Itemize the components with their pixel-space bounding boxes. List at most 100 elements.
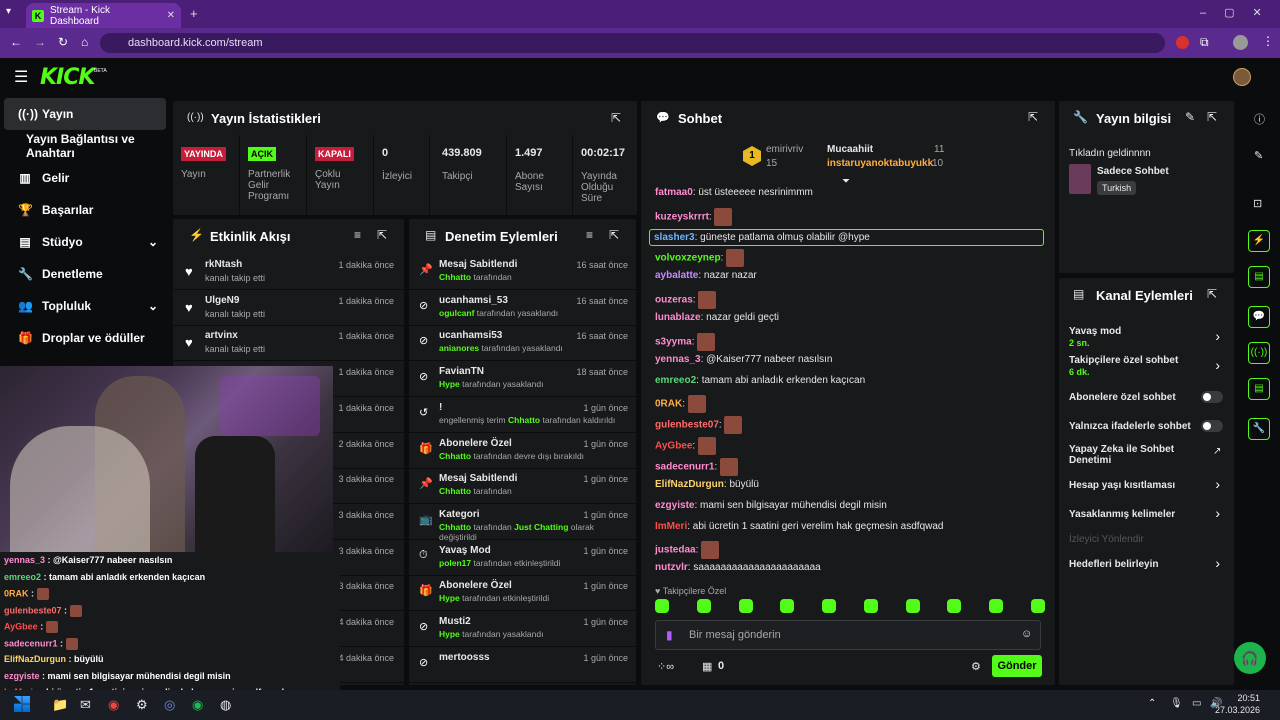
display-icon[interactable]: ▭ — [1192, 698, 1201, 709]
profile-avatar[interactable] — [1233, 35, 1248, 50]
emote-icon[interactable] — [738, 599, 753, 613]
outlook-icon[interactable]: ✉ — [80, 697, 91, 713]
obs-icon[interactable]: ◍ — [220, 697, 231, 713]
activity-row[interactable]: ♥ UlgeN9 kanalı takip etti 1 dakika önce — [173, 290, 404, 326]
chat-message[interactable]: kuzeyskrrrt: — [655, 207, 733, 226]
sidebar-item-studyo[interactable]: ▤ Stüdyo ⌄ — [4, 226, 166, 258]
account-age-row[interactable]: Hesap yaşı kısıtlaması › — [1059, 476, 1234, 498]
broadcast-shortcut-icon[interactable]: ((·)) — [1248, 342, 1270, 364]
ai-moderation-row[interactable]: Yapay Zeka ile Sohbet Denetimi ↗ — [1059, 444, 1234, 470]
new-tab-icon[interactable]: + — [190, 6, 198, 21]
reload-icon[interactable]: ↻ — [58, 35, 68, 49]
document-shortcut-icon[interactable]: ▤ — [1248, 266, 1270, 288]
support-headset-icon[interactable]: 🎧 — [1234, 642, 1266, 674]
chat-message[interactable]: emreeo2: tamam abi anladık erkenden kaçı… — [655, 375, 865, 386]
chat-message[interactable]: s3yyma: — [655, 332, 716, 351]
spotify-icon[interactable]: ◉ — [192, 697, 203, 713]
emote-icon[interactable] — [696, 599, 711, 613]
back-icon[interactable]: ← — [10, 35, 22, 49]
window-controls[interactable]: –▢✕ — [1200, 6, 1280, 19]
moderation-row[interactable]: 🎁 Abonelere Özel 1 gün önce Hype tarafından… — [409, 575, 636, 612]
moderation-row[interactable]: 🎁 Abonelere Özel 1 gün önce Chhatto tarafın… — [409, 433, 636, 469]
emote-icon[interactable] — [947, 599, 962, 613]
send-button[interactable]: Gönder — [992, 655, 1042, 677]
emote-icon[interactable] — [905, 599, 920, 613]
moderation-row[interactable]: ⊘ FavianTN 18 saat önce Hype tarafından yas… — [409, 361, 636, 398]
chat-shortcut-icon[interactable]: 💬 — [1248, 306, 1270, 328]
popout-icon[interactable]: ⇱ — [609, 228, 619, 242]
filter-icon[interactable]: ≡ — [354, 228, 361, 242]
slow-mode-row[interactable]: Yavaş mod 2 sn. › — [1059, 326, 1234, 356]
emote-icon[interactable] — [1030, 599, 1045, 613]
sidebar-item-basarilar[interactable]: 🏆 Başarılar — [4, 194, 166, 226]
lightning-shortcut-icon[interactable]: ⚡ — [1248, 230, 1270, 252]
emoji-icon[interactable]: ☺ — [1021, 628, 1032, 640]
home-icon[interactable]: ⌂ — [81, 35, 88, 49]
popout-icon[interactable]: ⇱ — [1207, 110, 1217, 124]
chat-message[interactable]: justedaa: — [655, 541, 720, 560]
emote-icon[interactable] — [863, 599, 878, 613]
chat-message[interactable]: nutzvlr: saaaaaaaaaaaaaaaaaaaaaa — [655, 562, 821, 573]
shrink-icon[interactable]: ⊡ — [1253, 197, 1262, 210]
sidebar-item-yayin[interactable]: ((·)) Yayın — [4, 98, 166, 130]
chat-message[interactable]: aybalatte: nazar nazar — [655, 270, 757, 281]
chat-message[interactable]: gulenbeste07: — [655, 416, 743, 435]
moderation-row[interactable]: ⊘ ucanhamsi_53 16 saat önce ogulcanf tarafı… — [409, 290, 636, 326]
subscribers-only-row[interactable]: Abonelere özel sohbet — [1059, 390, 1234, 410]
emote-icon[interactable] — [989, 599, 1004, 613]
chrome-icon[interactable]: ◉ — [108, 697, 119, 713]
chat-message[interactable]: lunablaze: nazar geldi geçti — [655, 312, 779, 323]
emotes-only-toggle[interactable] — [1201, 420, 1223, 432]
discord-icon[interactable]: ◎ — [164, 697, 175, 713]
browser-tab[interactable]: K Stream - Kick Dashboard ✕ — [26, 3, 181, 28]
moderation-row[interactable]: 📌 Mesaj Sabitlendi 16 saat önce Chhatto tar… — [409, 254, 636, 290]
extension-icon[interactable] — [1176, 36, 1189, 49]
popout-icon[interactable]: ⇱ — [1028, 110, 1038, 124]
close-tab-icon[interactable]: ✕ — [167, 10, 175, 21]
sidebar-item-denetleme[interactable]: 🔧 Denetleme — [4, 258, 166, 290]
chat-message[interactable]: volvoxzeynep: — [655, 249, 745, 268]
tab-list-icon[interactable]: ▾ — [6, 6, 11, 17]
subscribers-only-toggle[interactable] — [1201, 391, 1223, 403]
popout-icon[interactable]: ⇱ — [377, 228, 387, 242]
moderation-row[interactable]: ⊘ Musti2 1 gün önce Hype tarafından yasakla… — [409, 611, 636, 647]
tray-chevron-icon[interactable]: ⌃ — [1148, 698, 1156, 709]
moderation-row[interactable]: ⏱ Yavaş Mod 1 gün önce polen17 tarafından e… — [409, 540, 636, 576]
sidebar-item-topluluk[interactable]: 👥 Topluluk ⌄ — [4, 290, 166, 322]
edit-pencil-icon[interactable]: ✎ — [1185, 110, 1195, 124]
goals-row[interactable]: Hedefleri belirleyin › — [1059, 555, 1234, 577]
chat-message[interactable]: 0RAK: — [655, 395, 706, 414]
browser-menu-icon[interactable]: ⋮ — [1262, 34, 1274, 48]
moderation-row[interactable]: ⊘ mertoosss 1 gün önce — [409, 647, 636, 683]
chat-message[interactable]: fatmaa0: üst üsteeeee nesrinimmm — [655, 187, 813, 198]
emote-icon[interactable] — [822, 599, 837, 613]
channel-shortcut-icon[interactable]: ▤ — [1248, 378, 1270, 400]
activity-row[interactable]: ♥ rkNtash kanalı takip etti 1 dakika önce — [173, 254, 404, 290]
chat-message[interactable]: ImMeri: abi ücretin 1 saatini geri verel… — [655, 521, 943, 532]
steam-icon[interactable]: ⚙ — [136, 697, 148, 713]
kick-logo[interactable]: KICK — [40, 65, 95, 90]
sidebar-item-stream-key[interactable]: Yayın Bağlantısı ve Anahtarı — [4, 130, 166, 162]
extensions-puzzle-icon[interactable]: ⧉ — [1200, 35, 1209, 50]
windows-start-icon[interactable] — [14, 696, 30, 712]
chat-input[interactable]: ▮ Bir mesaj gönderin ☺ — [655, 620, 1041, 650]
chat-message[interactable]: sadecenurr1: — [655, 458, 739, 477]
chat-message[interactable]: AyGbee: — [655, 437, 716, 456]
microphone-icon[interactable]: 🎙 — [1170, 698, 1183, 709]
popout-icon[interactable]: ⇱ — [611, 111, 621, 125]
settings-gear-icon[interactable]: ⚙ — [971, 660, 981, 673]
activity-row[interactable]: ♥ artvinx kanalı takip etti 1 dakika önce — [173, 325, 404, 362]
moderation-row[interactable]: ⊘ ucanhamsi53 16 saat önce anianores tarafı… — [409, 325, 636, 362]
sidebar-item-gelir[interactable]: ▥ Gelir — [4, 162, 166, 194]
emotes-only-row[interactable]: Yalnızca ifadelerle sohbet — [1059, 419, 1234, 439]
chat-message[interactable]: ElifNazDurgun: büyülü — [655, 479, 759, 490]
chat-message[interactable]: ouzeras: — [655, 291, 717, 310]
info-icon[interactable]: ⓘ — [1254, 111, 1265, 127]
forward-icon[interactable]: → — [34, 35, 46, 49]
popout-icon[interactable]: ⇱ — [1207, 287, 1217, 301]
filter-icon[interactable]: ≡ — [586, 228, 593, 242]
chat-message[interactable]: slasher3: güneşte patlama olmuş olabilir… — [649, 228, 1044, 246]
chat-message[interactable]: ezgyiste: mami sen bilgisayar mühendisi … — [655, 500, 887, 511]
moderation-row[interactable]: ↺! 1 gün önce engellenmiş terim Chhatto ta… — [409, 397, 636, 433]
emote-icon[interactable] — [655, 599, 669, 613]
